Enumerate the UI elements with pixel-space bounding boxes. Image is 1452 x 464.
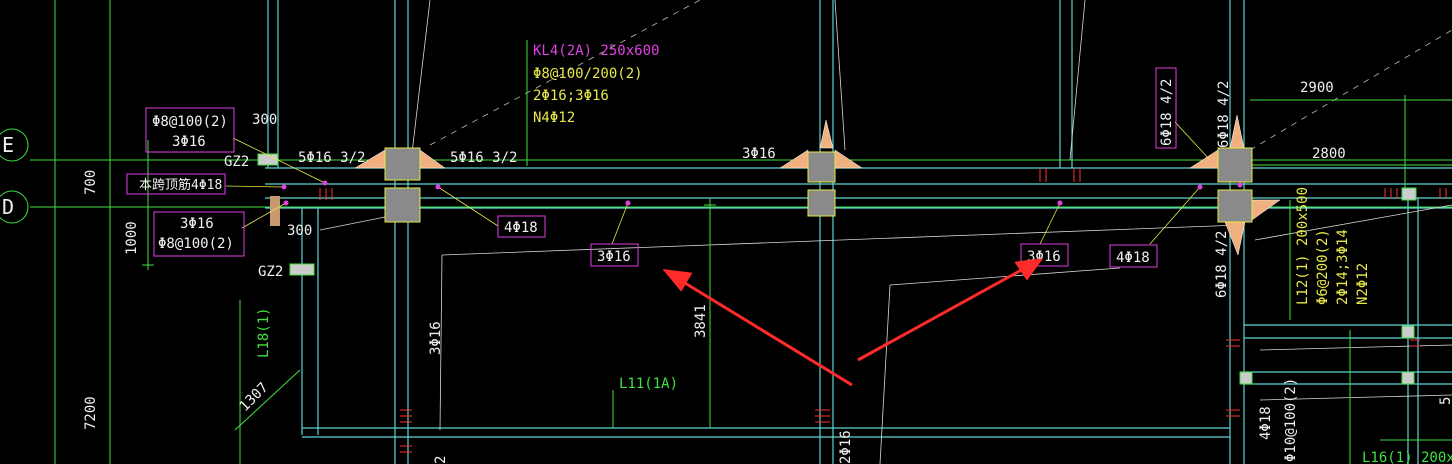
svg-text:2Φ14;3Φ14: 2Φ14;3Φ14 bbox=[1335, 229, 1351, 305]
svg-text:3Φ16: 3Φ16 bbox=[180, 216, 214, 232]
top-rebar-a: 5Φ16 3/2 bbox=[298, 150, 365, 166]
dim-2900: 2900 bbox=[1300, 80, 1334, 96]
red-arrows bbox=[662, 258, 1044, 387]
column-1-upper bbox=[384, 147, 421, 181]
kl4-title: KL4(2A) 250x600 bbox=[533, 43, 659, 59]
cad-drawing: E D 700 1000 7200 KL4(2A) 250x600 Φ8@100… bbox=[0, 0, 1452, 464]
column-2-upper bbox=[807, 151, 836, 183]
vertical-3phi16: 3Φ16 bbox=[428, 321, 444, 355]
axis-e-label: E bbox=[2, 133, 14, 157]
column-2-lower bbox=[807, 189, 836, 217]
dim-300-upper: 300 bbox=[252, 112, 277, 128]
svg-text:3Φ16: 3Φ16 bbox=[172, 134, 206, 150]
svg-text:6Φ18 4/2: 6Φ18 4/2 bbox=[1159, 79, 1175, 146]
beam-l11-label: L11(1A) bbox=[619, 376, 678, 392]
dim-7200: 7200 bbox=[83, 396, 99, 430]
gz2-lower-label: GZ2 bbox=[258, 264, 283, 280]
column-3-lower bbox=[1217, 189, 1253, 223]
svg-text:Φ8@100(2): Φ8@100(2) bbox=[152, 114, 228, 130]
vertical-2: 2 bbox=[433, 456, 449, 464]
l12-annotation: L12(1) 200x500 Φ6@200(2) 2Φ14;3Φ14 N2Φ12 bbox=[1295, 187, 1371, 305]
svg-text:Φ8@100(2): Φ8@100(2) bbox=[158, 236, 234, 252]
axis-bubble-e: E bbox=[0, 128, 29, 162]
right-top-plain: 6Φ18 4/2 bbox=[1216, 81, 1232, 148]
bottom-box-d: 4Φ18 bbox=[1109, 244, 1158, 268]
dim-300-lower: 300 bbox=[287, 223, 312, 239]
right-top-box: 6Φ18 4/2 bbox=[1155, 67, 1177, 149]
left-lower-box: 3Φ16 Φ8@100(2) bbox=[153, 211, 245, 257]
left-mid-box: 本跨顶筋4Φ18 bbox=[126, 173, 226, 195]
vertical-phi10: Φ10@100(2) bbox=[1283, 378, 1299, 462]
vertical-5: 5 bbox=[1438, 397, 1452, 405]
svg-text:3Φ16: 3Φ16 bbox=[597, 249, 631, 265]
svg-text:4Φ18: 4Φ18 bbox=[504, 220, 538, 236]
bottom-box-a: 4Φ18 bbox=[497, 215, 546, 238]
column-3-upper bbox=[1217, 147, 1253, 183]
vertical-2phi16: 2Φ16 bbox=[838, 430, 854, 464]
svg-text:N2Φ12: N2Φ12 bbox=[1355, 263, 1371, 305]
kl4-side-rebar: N4Φ12 bbox=[533, 110, 575, 126]
red-arrow-right bbox=[857, 266, 1026, 362]
gz2-upper-label: GZ2 bbox=[224, 154, 249, 170]
column-haunches bbox=[354, 114, 1281, 256]
dim-2800: 2800 bbox=[1312, 146, 1346, 162]
bottom-box-b: 3Φ16 bbox=[590, 243, 639, 267]
dim-3841: 3841 bbox=[693, 304, 709, 338]
kl4-annotation: KL4(2A) 250x600 Φ8@100/200(2) 2Φ16;3Φ16 … bbox=[533, 43, 659, 126]
kl4-main-rebar: 2Φ16;3Φ16 bbox=[533, 88, 609, 104]
beam-l18-label: L18(1) bbox=[256, 307, 272, 358]
dim-1307: 1307 bbox=[237, 380, 272, 415]
svg-text:4Φ18: 4Φ18 bbox=[1116, 250, 1150, 266]
axis-bubble-d: D bbox=[0, 190, 29, 224]
top-rebar-b: 5Φ16 3/2 bbox=[450, 150, 517, 166]
vertical-4phi18: 4Φ18 bbox=[1258, 406, 1274, 440]
left-upper-box: Φ8@100(2) 3Φ16 bbox=[145, 107, 235, 153]
right-bottom-plain: 6Φ18 4/2 bbox=[1214, 231, 1230, 298]
top-rebar-c: 3Φ16 bbox=[742, 146, 776, 162]
axis-d-label: D bbox=[2, 195, 14, 219]
dim-1000: 1000 bbox=[124, 221, 140, 255]
column-1-lower bbox=[384, 187, 421, 223]
leader-lines bbox=[225, 121, 1211, 245]
red-arrow-left-head bbox=[662, 269, 693, 292]
kl4-stirrup: Φ8@100/200(2) bbox=[533, 66, 643, 82]
dim-700: 700 bbox=[83, 170, 99, 195]
svg-text:Φ6@200(2): Φ6@200(2) bbox=[1315, 229, 1331, 305]
beam-lines bbox=[265, 0, 1452, 464]
svg-text:L12(1) 200x500: L12(1) 200x500 bbox=[1295, 187, 1311, 305]
beam-l16-label: L16(1) 200x bbox=[1362, 450, 1452, 464]
svg-text:本跨顶筋4Φ18: 本跨顶筋4Φ18 bbox=[139, 177, 222, 193]
